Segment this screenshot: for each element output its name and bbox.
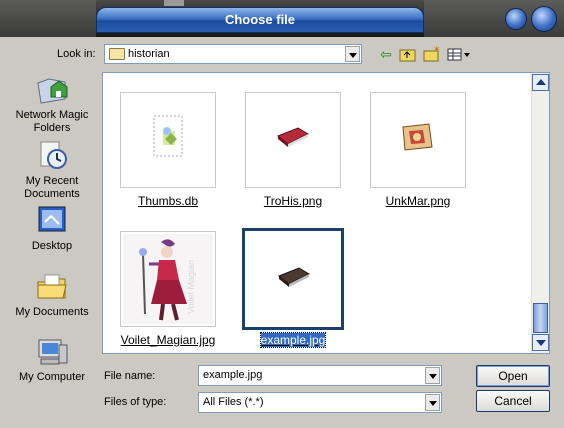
title-bar-notch	[164, 0, 184, 6]
watermark-text: Voilet Magian	[186, 259, 196, 314]
cancel-button[interactable]: Cancel	[476, 390, 550, 412]
file-thumbnail[interactable]: Voilet Magian	[120, 231, 216, 327]
place-label: My Recent Documents	[24, 175, 80, 200]
place-label: My Documents	[15, 306, 89, 318]
place-my-documents[interactable]: My Documents	[6, 270, 98, 319]
file-type-value: All Files (*.*)	[203, 396, 264, 408]
new-folder-icon[interactable]: ✶	[423, 44, 441, 63]
open-button[interactable]: Open	[476, 365, 550, 387]
file-name-dropdown-arrow[interactable]	[425, 367, 440, 384]
thumbs-db-icon	[153, 115, 187, 162]
file-name-text: example.jpg	[259, 332, 327, 348]
my-computer-icon	[35, 335, 69, 369]
place-network-magic-folders[interactable]: Network Magic Folders	[6, 73, 98, 135]
map-thumbnail	[399, 121, 435, 156]
title-bar-left	[0, 0, 96, 37]
window-title: Choose file	[224, 12, 296, 27]
scrollbar-thumb[interactable]	[533, 303, 548, 333]
title-bar[interactable]: Choose file	[0, 0, 564, 37]
desktop-icon	[35, 204, 69, 238]
file-name-label: File name:	[104, 370, 156, 382]
scroll-down-button[interactable]	[532, 334, 549, 351]
view-menu-icon[interactable]	[447, 45, 473, 63]
file-thumbnail[interactable]	[120, 92, 216, 188]
choose-file-dialog: Choose file Look in: historian ⇦ ✶ Netwo…	[0, 0, 564, 428]
close-button[interactable]	[531, 6, 557, 32]
back-icon[interactable]: ⇦	[377, 45, 395, 63]
file-name-field[interactable]: example.jpg	[198, 365, 442, 386]
place-desktop[interactable]: Desktop	[6, 204, 98, 253]
file-thumbnail[interactable]	[245, 92, 341, 188]
place-label: Network Magic Folders	[15, 109, 89, 134]
place-label: Desktop	[31, 240, 73, 252]
file-thumbnail-selected[interactable]	[242, 228, 344, 330]
file-list[interactable]: Thumbs.db TroHis.png UnkMar.png Voilet M…	[102, 72, 550, 354]
vertical-scrollbar[interactable]	[531, 73, 549, 353]
minimize-button[interactable]	[505, 8, 527, 30]
file-name[interactable]: Voilet_Magian.jpg	[108, 333, 228, 347]
scroll-up-button[interactable]	[532, 74, 549, 91]
book-thumbnail	[276, 126, 310, 151]
file-type-dropdown[interactable]: All Files (*.*)	[198, 392, 442, 413]
book-thumbnail	[277, 266, 311, 291]
recent-documents-icon	[35, 139, 69, 173]
up-folder-icon[interactable]	[399, 45, 417, 63]
folder-icon	[109, 48, 125, 60]
file-name[interactable]: TroHis.png	[233, 194, 353, 208]
svg-text:✶: ✶	[433, 45, 441, 54]
place-label: My Computer	[18, 371, 86, 383]
file-name[interactable]: UnkMar.png	[358, 194, 478, 208]
place-my-recent-documents[interactable]: My Recent Documents	[6, 139, 98, 201]
file-name-value: example.jpg	[203, 369, 263, 381]
look-in-dropdown[interactable]: historian	[104, 44, 362, 64]
character-thumbnail: Voilet Magian	[123, 234, 213, 324]
file-name-selected[interactable]: example.jpg	[233, 332, 353, 348]
my-documents-icon	[35, 270, 69, 304]
file-type-dropdown-arrow[interactable]	[425, 394, 440, 411]
file-type-label: Files of type:	[104, 396, 167, 408]
look-in-label: Look in:	[57, 48, 96, 60]
place-my-computer[interactable]: My Computer	[6, 335, 98, 384]
file-name[interactable]: Thumbs.db	[108, 194, 228, 208]
look-in-dropdown-arrow[interactable]	[345, 46, 360, 62]
network-folder-icon	[35, 73, 69, 107]
look-in-value: historian	[128, 48, 170, 60]
file-thumbnail[interactable]	[370, 92, 466, 188]
